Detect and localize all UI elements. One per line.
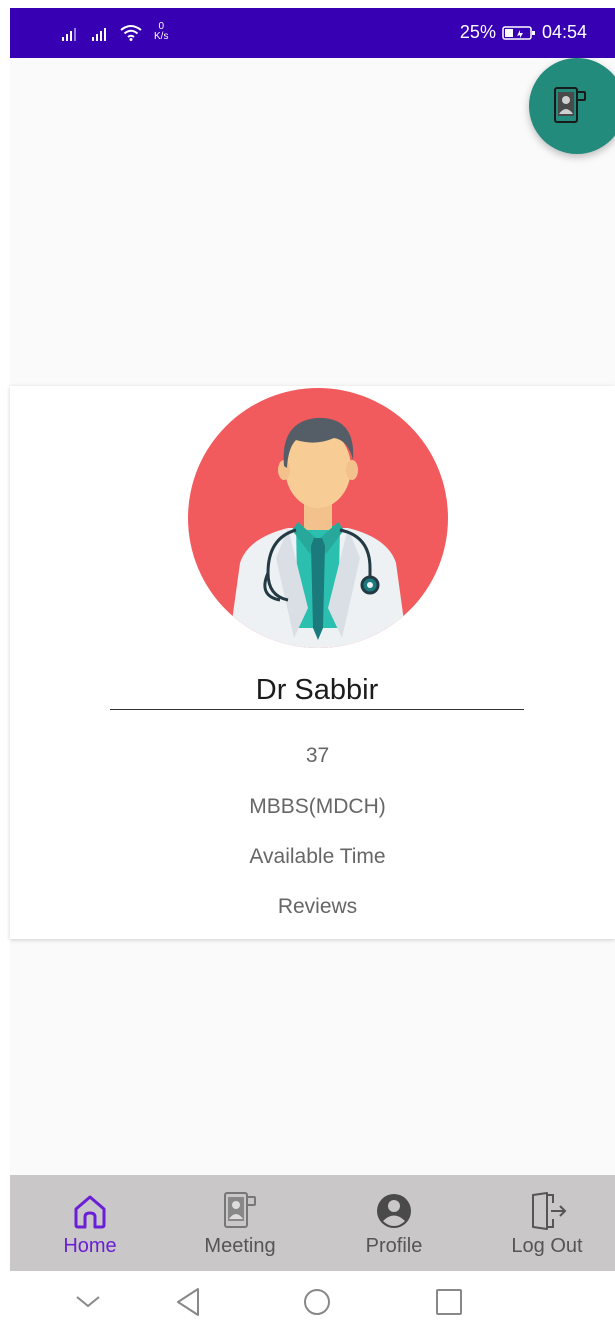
battery-icon (502, 25, 535, 40)
system-navigation-bar (10, 1271, 615, 1333)
profile-icon-wrap (374, 1191, 414, 1231)
doctor-name: Dr Sabbir (110, 674, 524, 710)
signal-icon (92, 28, 106, 41)
logout-icon-wrap (527, 1191, 567, 1231)
network-speed-unit: K/s (154, 31, 169, 42)
app-screen: 0 K/s 25% 04:54 Dr Sabbir 37 MBBS(MDCH) … (0, 0, 615, 1333)
profile-icon (377, 1194, 411, 1228)
nav-logout[interactable]: Log Out (502, 1175, 592, 1271)
home-icon (74, 1195, 106, 1229)
back-triangle-icon (177, 1288, 199, 1316)
hide-nav-button[interactable] (73, 1287, 103, 1317)
status-bar: 0 K/s 25% 04:54 (10, 8, 615, 58)
recents-square-icon (436, 1289, 462, 1315)
doctor-degree: MBBS(MDCH) (249, 795, 386, 818)
nav-meeting-label: Meeting (204, 1235, 276, 1257)
network-speed: 0 K/s (154, 22, 168, 42)
nav-logout-label: Log Out (511, 1235, 583, 1257)
nav-home-label: Home (63, 1235, 117, 1257)
doctor-age: 37 (305, 744, 330, 767)
home-circle-icon (304, 1289, 330, 1315)
signal-icon (62, 28, 76, 41)
logout-icon (532, 1192, 567, 1230)
battery-percent: 25% (459, 22, 496, 42)
nav-profile-label: Profile (365, 1235, 423, 1257)
meeting-icon (224, 1192, 256, 1228)
reviews-link[interactable]: Reviews (10, 895, 615, 919)
status-left: 0 K/s (60, 22, 168, 42)
chevron-down-icon (76, 1296, 100, 1308)
home-icon-wrap (70, 1191, 110, 1231)
back-button[interactable] (173, 1287, 203, 1317)
nav-profile[interactable]: Profile (349, 1175, 439, 1271)
nav-home[interactable]: Home (45, 1175, 135, 1271)
nav-meeting[interactable]: Meeting (195, 1175, 285, 1271)
video-call-icon (554, 87, 586, 123)
recents-button[interactable] (434, 1287, 464, 1317)
home-system-button[interactable] (302, 1287, 332, 1317)
doctor-avatar (188, 388, 448, 648)
video-call-fab[interactable] (529, 58, 615, 154)
wifi-icon (120, 25, 142, 41)
meeting-icon-wrap (223, 1191, 257, 1231)
status-right: 25% 04:54 (460, 22, 587, 43)
clock-time: 04:54 (541, 22, 587, 42)
available-time-link[interactable]: Available Time (10, 845, 615, 869)
bottom-navigation: Home Meeting Profile Log Out (10, 1175, 615, 1271)
doctor-card[interactable]: Dr Sabbir 37 MBBS(MDCH) Available Time R… (10, 386, 615, 939)
